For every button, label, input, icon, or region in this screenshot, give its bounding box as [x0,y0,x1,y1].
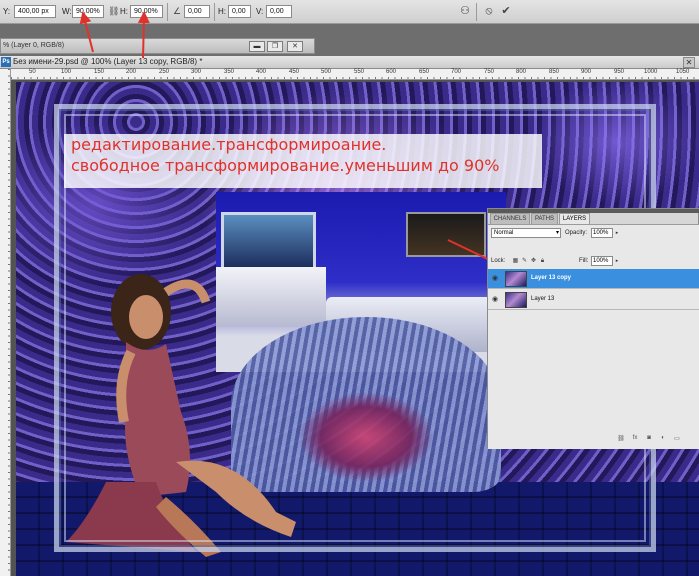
ruler-tick: 300 [191,69,202,75]
ruler-tick: 750 [484,69,495,75]
ruler-tick: 1000 [644,69,658,75]
rotate-angle-icon: ∠ [172,6,182,16]
divider [214,3,215,21]
ruler-tick: 600 [386,69,397,75]
photoshop-icon: Ps [1,57,11,67]
opacity-label: Opacity: [565,230,588,236]
divider [476,3,477,21]
y-label: Y: [3,7,11,16]
ruler-tick: 200 [126,69,137,75]
blend-mode-select[interactable]: Normal ▾ [491,228,561,238]
inactive-document-title: % (Layer 0, RGB/8) [3,42,65,49]
vertical-ruler[interactable] [0,69,11,576]
ruler-tick: 250 [159,69,170,75]
opacity-arrow-icon[interactable]: ▸ [614,228,620,238]
ruler-tick: 150 [94,69,105,75]
layers-panel: CHANNELS PATHS LAYERS Normal ▾ Opacity: … [487,208,699,449]
minimize-icon[interactable]: ▬ [249,41,265,52]
link-layers-icon[interactable]: ⛓ [616,435,626,442]
vskew-label: V: [256,7,264,16]
adjustment-layer-icon[interactable]: ◐ [658,435,668,441]
close-icon[interactable]: ✕ [287,41,303,52]
lock-transparent-icon[interactable]: ▦ [512,257,519,265]
ruler-tick: 950 [614,69,625,75]
tab-layers[interactable]: LAYERS [559,213,590,224]
horizontal-ruler[interactable]: 50 100 150 200 250 300 350 400 450 500 5… [11,69,699,80]
annotation-line-2: свободное трансформирование.уменьшим до … [71,156,500,175]
ruler-tick: 850 [549,69,560,75]
tab-paths[interactable]: PATHS [531,213,558,224]
new-group-icon[interactable]: ▭ [672,435,682,442]
ruler-tick: 100 [61,69,72,75]
tab-channels[interactable]: CHANNELS [490,213,530,224]
document-close-icon[interactable]: ✕ [683,57,695,68]
eye-icon[interactable]: ◉ [492,296,500,304]
fx-icon[interactable]: fx [630,435,640,441]
height-percent-field[interactable]: 90,00% [130,5,163,18]
lock-all-icon[interactable]: 🔒︎ [539,257,546,265]
w-label: W: [62,7,72,16]
fill-label: Fill: [579,258,589,264]
annotation-line-1: редактирование.трансформироание. [71,135,387,154]
layer-thumbnail [505,292,527,308]
lock-position-icon[interactable]: ✥ [530,257,537,265]
ruler-tick: 400 [256,69,267,75]
ruler-tick: 900 [581,69,592,75]
layer-name: Layer 13 [531,296,555,302]
chevron-down-icon: ▾ [555,230,559,236]
lock-label: Lock: [491,258,506,264]
layer-row[interactable]: ◉ Layer 13 copy [488,269,699,289]
commit-icon[interactable]: ✔ [500,6,512,17]
ruler-tick: 700 [451,69,462,75]
layer-name: Layer 13 copy [531,275,572,281]
annotation-box: редактирование.трансформироание. свободн… [64,134,542,188]
document-tab-strip: % (Layer 0, RGB/8) ▬ ❐ ✕ [0,24,699,56]
restore-icon[interactable]: ❐ [267,41,283,52]
blend-mode-value: Normal [494,230,514,236]
add-mask-icon[interactable]: ◙ [644,435,654,441]
cancel-icon[interactable]: ⦸ [483,6,495,17]
lock-pixels-icon[interactable]: ✎ [521,257,528,265]
angle-field[interactable]: 0,00 [184,5,210,18]
fill-arrow-icon[interactable]: ▸ [614,256,620,266]
hskew-label: H: [218,7,226,16]
eye-icon[interactable]: ◉ [492,275,500,283]
inactive-document-tab[interactable]: % (Layer 0, RGB/8) ▬ ❐ ✕ [0,38,315,54]
divider [167,3,168,21]
ruler-tick: 50 [29,69,36,75]
horizontal-skew-field[interactable]: 0,00 [228,5,251,18]
ruler-tick: 800 [516,69,527,75]
ruler-tick: 500 [321,69,332,75]
ruler-tick: 1050 [676,69,690,75]
opacity-field[interactable]: 100% [591,228,613,238]
layer-row[interactable]: ◉ Layer 13 [488,290,699,310]
warp-icon[interactable]: ⚇ [459,6,471,17]
h-label: H: [120,7,128,16]
width-percent-field[interactable]: 90,00% [72,5,104,18]
ruler-tick: 350 [224,69,235,75]
ruler-tick: 650 [419,69,430,75]
document-title: Без имени-29.psd @ 100% (Layer 13 copy, … [13,57,203,66]
vertical-skew-field[interactable]: 0,00 [266,5,292,18]
ruler-tick: 450 [289,69,300,75]
layers-panel-body: Normal ▾ Opacity: 100% ▸ Lock: ▦ ✎ ✥ 🔒︎ … [488,224,699,449]
link-proportions-icon[interactable]: ⛓ [108,6,119,17]
layer-thumbnail [505,271,527,287]
options-bar: Y: 400,00 px W: 90,00% ⛓ H: 90,00% ∠ 0,0… [0,0,699,24]
document-title-bar: Ps Без имени-29.psd @ 100% (Layer 13 cop… [0,56,699,69]
y-position-field[interactable]: 400,00 px [14,5,56,18]
fill-field[interactable]: 100% [591,256,613,266]
ruler-tick: 550 [354,69,365,75]
